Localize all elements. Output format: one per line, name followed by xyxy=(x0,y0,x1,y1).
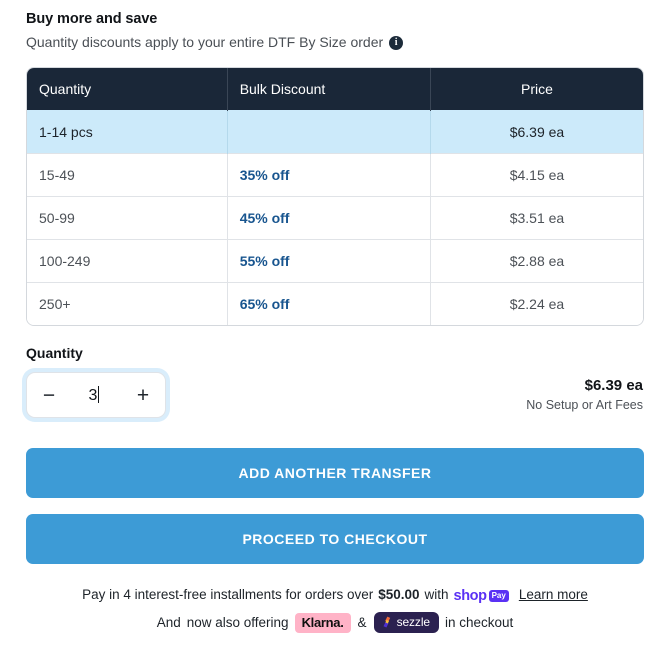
table-header-row: Quantity Bulk Discount Price xyxy=(27,68,643,111)
cell-discount: 45% off xyxy=(227,196,431,240)
cell-quantity: 1-14 pcs xyxy=(27,110,228,154)
table-row: 1-14 pcs $6.39 ea xyxy=(27,110,643,154)
unit-price-block: $6.39 ea No Setup or Art Fees xyxy=(526,376,644,414)
bulk-discount-table: Quantity Bulk Discount Price 1-14 pcs $6… xyxy=(26,67,644,326)
shop-pay-badge: Pay xyxy=(488,590,509,602)
alt-payments-ampersand: & xyxy=(357,614,367,630)
shoppay-installments-line: Pay in 4 interest-free installments for … xyxy=(26,586,644,604)
page-title: Buy more and save xyxy=(26,11,158,27)
sezzle-wordmark: sezzle xyxy=(396,615,431,629)
quantity-decrement-button[interactable]: − xyxy=(27,373,71,417)
quantity-increment-button[interactable]: + xyxy=(121,373,165,417)
add-another-transfer-button[interactable]: ADD ANOTHER TRANSFER xyxy=(26,448,644,498)
heading-block: Buy more and save Quantity discounts app… xyxy=(26,0,644,52)
alt-payments-and: And xyxy=(156,614,181,630)
table-row: 50-99 45% off $3.51 ea xyxy=(27,196,643,240)
heading-subtitle: Quantity discounts apply to your entire … xyxy=(26,32,644,52)
cell-quantity: 250+ xyxy=(27,282,228,325)
cell-discount xyxy=(227,110,431,154)
column-header-bulk-discount: Bulk Discount xyxy=(227,68,431,111)
column-header-quantity: Quantity xyxy=(27,68,228,111)
quantity-input[interactable]: 3 xyxy=(71,385,121,405)
table-row: 15-49 35% off $4.15 ea xyxy=(27,153,643,197)
sezzle-logo: sezzle xyxy=(373,612,439,633)
buy-more-and-save-panel: Buy more and save Quantity discounts app… xyxy=(0,0,670,664)
cell-price: $2.88 ea xyxy=(430,239,643,283)
discount-value: 35% off xyxy=(239,167,290,183)
unit-price-amount: $6.39 ea xyxy=(584,377,643,394)
table-row: 250+ 65% off $2.24 ea xyxy=(27,282,643,325)
installments-threshold: $50.00 xyxy=(378,587,420,602)
klarna-logo: Klarna. xyxy=(294,612,351,633)
discount-value: 65% off xyxy=(239,296,290,312)
cell-discount: 55% off xyxy=(227,239,431,283)
proceed-to-checkout-button[interactable]: PROCEED TO CHECKOUT xyxy=(26,514,644,564)
unit-price-note: No Setup or Art Fees xyxy=(526,398,643,412)
installments-with: with xyxy=(424,587,449,602)
cell-price: $4.15 ea xyxy=(430,153,643,197)
installments-text: Pay in 4 interest-free installments for … xyxy=(82,587,374,602)
sezzle-mark-icon xyxy=(381,616,393,628)
cell-price: $6.39 ea xyxy=(430,110,643,154)
cell-discount: 35% off xyxy=(227,153,431,197)
text-cursor xyxy=(98,385,100,403)
quantity-row: − 3 + $6.39 ea No Setup or Art Fees xyxy=(26,372,644,418)
column-header-price: Price xyxy=(430,68,643,111)
cell-price: $3.51 ea xyxy=(430,196,643,240)
cell-discount: 65% off xyxy=(227,282,431,325)
alt-payments-text: now also offering xyxy=(186,614,289,630)
heading-subtitle-text: Quantity discounts apply to your entire … xyxy=(26,34,384,50)
shop-pay-logo: shop Pay xyxy=(454,587,509,605)
quantity-value: 3 xyxy=(88,386,98,404)
cell-price: $2.24 ea xyxy=(430,282,643,325)
cell-quantity: 50-99 xyxy=(27,196,228,240)
learn-more-link[interactable]: Learn more xyxy=(519,586,588,604)
cell-quantity: 100-249 xyxy=(27,239,228,283)
cell-quantity: 15-49 xyxy=(27,153,228,197)
table-row: 100-249 55% off $2.88 ea xyxy=(27,239,643,283)
info-icon[interactable]: i xyxy=(389,36,404,50)
quantity-label: Quantity xyxy=(26,345,83,361)
alt-payments-end: in checkout xyxy=(444,614,514,630)
discount-value: 45% off xyxy=(239,210,290,226)
quantity-stepper[interactable]: − 3 + xyxy=(26,372,166,418)
discount-value: 55% off xyxy=(239,253,290,269)
shop-pay-wordmark: shop xyxy=(453,588,487,604)
alternate-payments-line: And now also offering Klarna. & sezzle i… xyxy=(26,612,644,633)
